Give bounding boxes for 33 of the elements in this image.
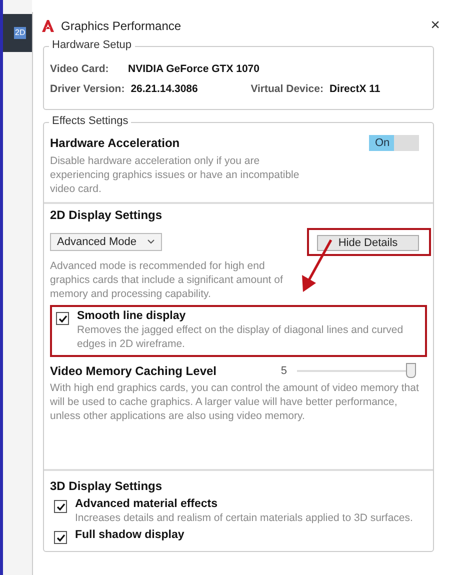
close-button[interactable]: × <box>430 17 440 35</box>
option-title: Smooth line display <box>77 310 187 322</box>
field-label: Video Card: <box>50 63 110 75</box>
field-label: Driver Version: <box>50 83 125 95</box>
mode-dropdown[interactable]: Advanced Mode <box>50 233 162 251</box>
slider-title: Video Memory Caching Level <box>50 364 216 378</box>
view-2d-icon[interactable]: 2D <box>14 27 26 39</box>
field-label: Virtual Device: <box>250 83 324 95</box>
section-title: 3D Display Settings <box>50 479 162 493</box>
toggle-switch[interactable]: On <box>369 135 419 151</box>
hide-details-button[interactable]: Hide Details <box>317 235 419 251</box>
description: With high end graphics cards, you can control the amount of video memory that will be used to cache graphics. A larger value will have better performance, unless other applications are also using video memory. <box>50 381 420 423</box>
slider-reading: 5 <box>280 364 287 376</box>
caret-icon <box>146 239 154 245</box>
field-value: NVIDIA GeForce GTX 1070 <box>128 63 260 75</box>
app-logo-icon <box>41 19 55 33</box>
option-title: Advanced material effects <box>75 498 219 510</box>
section-title: 2D Display Settings <box>50 208 162 222</box>
option-title: Full shadow display <box>75 529 184 541</box>
checkbox[interactable] <box>54 531 67 544</box>
section-title: Hardware Acceleration <box>50 136 180 150</box>
description: Advanced mode is recommended for high end graphics cards that include a significant amount of memory and processing capability. <box>50 259 284 301</box>
option-description: Increases details and realism of certain materials applied to 3D surfaces. <box>75 511 413 525</box>
field-value: DirectX 11 <box>329 83 380 95</box>
description: Disable hardware acceleration only if you are experiencing graphics issues or have an incompatible video card. <box>50 154 300 196</box>
window-title: Graphics Performance <box>61 19 182 33</box>
group-title: Hardware Setup <box>49 39 134 51</box>
option-description: Removes the jagged effect on the display of diagonal lines and curved edges in 2D wireframe. <box>77 323 404 351</box>
slider[interactable] <box>297 363 417 378</box>
checkbox[interactable] <box>56 312 69 325</box>
group-title: Effects Settings <box>49 115 132 127</box>
field-value: 26.21.14.3086 <box>130 83 199 95</box>
checkbox[interactable] <box>54 500 67 513</box>
